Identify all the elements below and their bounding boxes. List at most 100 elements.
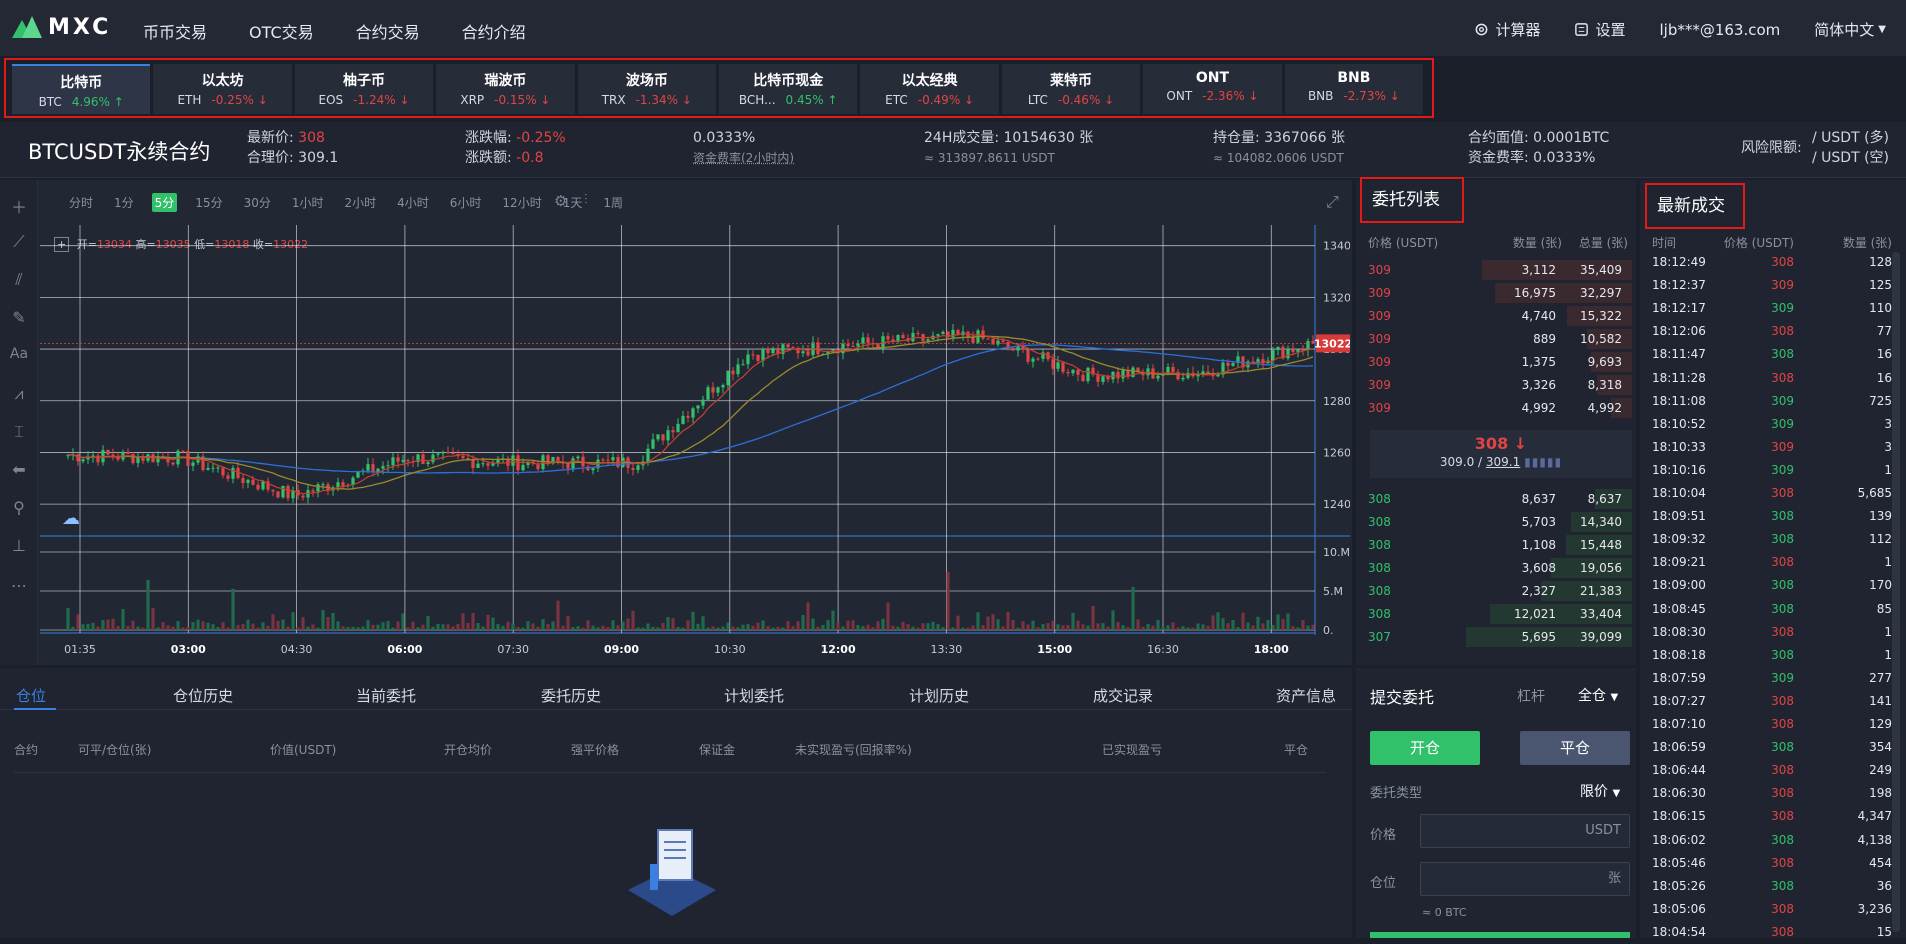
ticker-item[interactable]: ONT ONT -2.36% ↓: [1143, 64, 1282, 114]
arrow-left-icon[interactable]: ⬅: [8, 460, 30, 482]
bid-row[interactable]: 308 12,021 33,404: [1362, 603, 1632, 625]
user-account[interactable]: ljb***@163.com: [1659, 21, 1780, 39]
fullscreen-icon[interactable]: ⤢: [1326, 192, 1339, 212]
trades-scrollbar[interactable]: [1892, 252, 1900, 932]
close-position-button[interactable]: 平仓: [1520, 731, 1630, 765]
period-option[interactable]: 30分: [241, 193, 274, 212]
tab-positions[interactable]: 仓位: [16, 685, 46, 706]
volume-bar: [236, 624, 240, 630]
fib-icon[interactable]: ⫽: [8, 270, 30, 292]
order-type-select[interactable]: 限价 ▼: [1580, 781, 1620, 801]
arrow-down-icon: ↓: [257, 93, 268, 107]
open-position-button[interactable]: 开仓: [1370, 731, 1480, 765]
volume-bar: [661, 622, 665, 630]
volume-bar: [241, 623, 245, 630]
period-option[interactable]: 1分: [111, 193, 137, 212]
ruler-icon[interactable]: ⊥: [8, 536, 30, 558]
tab-plan-history[interactable]: 计划历史: [909, 685, 969, 706]
candle-body: [856, 343, 860, 347]
ticker-item[interactable]: 以太经典 ETC -0.49% ↓: [860, 64, 999, 114]
tab-trade-records[interactable]: 成交记录: [1093, 685, 1153, 706]
ticker-name: 瑞波币: [484, 73, 527, 89]
ticker-item[interactable]: 瑞波币 XRP -0.15% ↓: [436, 64, 575, 114]
brush-icon[interactable]: ✎: [8, 308, 30, 330]
ask-row[interactable]: 309 16,975 32,297: [1362, 282, 1632, 304]
bid-row[interactable]: 308 8,637 8,637: [1362, 488, 1632, 510]
ask-row[interactable]: 309 3,112 35,409: [1362, 259, 1632, 281]
volume-bar: [911, 626, 915, 630]
trade-qty: 112: [1869, 532, 1892, 547]
price-input[interactable]: USDT: [1420, 814, 1630, 848]
bid-row[interactable]: 308 5,703 14,340: [1362, 511, 1632, 533]
ticker-name: 以太坊: [201, 73, 244, 89]
period-option[interactable]: 12小时: [499, 193, 544, 212]
crosshair-icon[interactable]: ＋: [8, 194, 30, 217]
period-option[interactable]: 4小时: [394, 193, 432, 212]
tab-position-history[interactable]: 仓位历史: [173, 685, 233, 706]
candle-body: [686, 415, 690, 418]
ticker-item[interactable]: BNB BNB -2.73% ↓: [1284, 64, 1424, 114]
period-option[interactable]: 5分: [151, 193, 178, 212]
trade-price: 308: [1771, 832, 1794, 847]
period-option[interactable]: 1小时: [289, 193, 327, 212]
ask-row[interactable]: 309 889 10,582: [1362, 328, 1632, 350]
volume-bar: [306, 626, 310, 630]
period-option[interactable]: 6小时: [447, 193, 485, 212]
qty-input[interactable]: 张: [1420, 862, 1630, 896]
bid-row[interactable]: 308 1,108 15,448: [1362, 534, 1632, 556]
cloud-icon[interactable]: ☁: [62, 508, 80, 529]
ticker-item[interactable]: 波场币 TRX -1.34% ↓: [577, 64, 717, 114]
ticker-item[interactable]: 比特币 BTC 4.96% ↑: [12, 64, 151, 114]
zoom-icon[interactable]: ⚲: [8, 498, 30, 520]
indicator-icon[interactable]: ⫶: [584, 192, 588, 208]
margin-mode-select[interactable]: 全仓 ▼: [1578, 685, 1618, 705]
nav-link-spot[interactable]: 币币交易: [143, 19, 207, 43]
trendline-icon[interactable]: ⟋: [8, 232, 30, 254]
logo[interactable]: MXC: [12, 14, 111, 40]
period-option[interactable]: 15分: [192, 193, 225, 212]
bid-row[interactable]: 307 5,695 39,099: [1362, 626, 1632, 648]
ticker-item[interactable]: 比特币现金 BCH... 0.45% ↑: [719, 64, 858, 114]
measure-icon[interactable]: ⌶: [8, 422, 30, 444]
volume-bar: [1106, 626, 1110, 630]
text-icon[interactable]: Aa: [8, 346, 30, 368]
ticker-item[interactable]: 莱特币 LTC -0.46% ↓: [1001, 64, 1141, 114]
ask-row[interactable]: 309 3,326 8,318: [1362, 374, 1632, 396]
tab-current-orders[interactable]: 当前委托: [356, 685, 416, 706]
submit-button[interactable]: [1370, 932, 1630, 938]
funding-rate-sub[interactable]: 资金费率(2小时内): [693, 148, 794, 168]
volume-bar: [291, 612, 295, 630]
calculator-button[interactable]: 计算器: [1474, 19, 1540, 40]
ticker-item[interactable]: 以太坊 ETH -0.25% ↓: [153, 64, 292, 114]
tab-order-history[interactable]: 委托历史: [541, 685, 601, 706]
nav-link-otc[interactable]: OTC交易: [249, 19, 314, 43]
settings-button[interactable]: 设置: [1574, 19, 1625, 40]
chart-settings-icon[interactable]: ⚙: [554, 192, 567, 210]
more-icon[interactable]: ⋯: [8, 576, 30, 598]
candle-body: [631, 467, 635, 470]
period-option[interactable]: 2小时: [342, 193, 380, 212]
language-select[interactable]: 简体中文 ▼: [1814, 19, 1886, 40]
ask-row[interactable]: 309 4,992 4,992: [1362, 397, 1632, 419]
volume-tick-label: 10.M: [1323, 546, 1350, 559]
ask-row[interactable]: 309 1,375 9,693: [1362, 351, 1632, 373]
arrow-down-icon: ↓: [681, 93, 692, 107]
period-option[interactable]: 分时: [66, 193, 96, 212]
trade-price: 309: [1771, 393, 1794, 408]
nav-link-contract[interactable]: 合约交易: [356, 19, 420, 43]
candle-body: [206, 468, 210, 470]
bid-row[interactable]: 308 3,608 19,056: [1362, 557, 1632, 579]
ticker-symbol: BNB: [1307, 89, 1334, 103]
ticker-item[interactable]: 柚子币 EOS -1.24% ↓: [294, 64, 434, 114]
volume-bar: [576, 626, 580, 630]
period-option[interactable]: 1周: [600, 193, 626, 212]
ask-row[interactable]: 309 4,740 15,322: [1362, 305, 1632, 327]
tab-asset-info[interactable]: 资产信息: [1276, 685, 1336, 706]
tab-plan-orders[interactable]: 计划委托: [724, 685, 784, 706]
funding-rate-value: 0.0333%: [693, 130, 756, 146]
bid-row[interactable]: 308 2,327 21,383: [1362, 580, 1632, 602]
th-realized-pnl: 已实现盈亏: [1102, 743, 1163, 757]
price-chart[interactable]: 13400132001300012800126001240001:3503:00…: [40, 225, 1350, 655]
nav-link-contract-intro[interactable]: 合约介绍: [462, 19, 526, 43]
pattern-icon[interactable]: ⩘: [8, 384, 30, 406]
